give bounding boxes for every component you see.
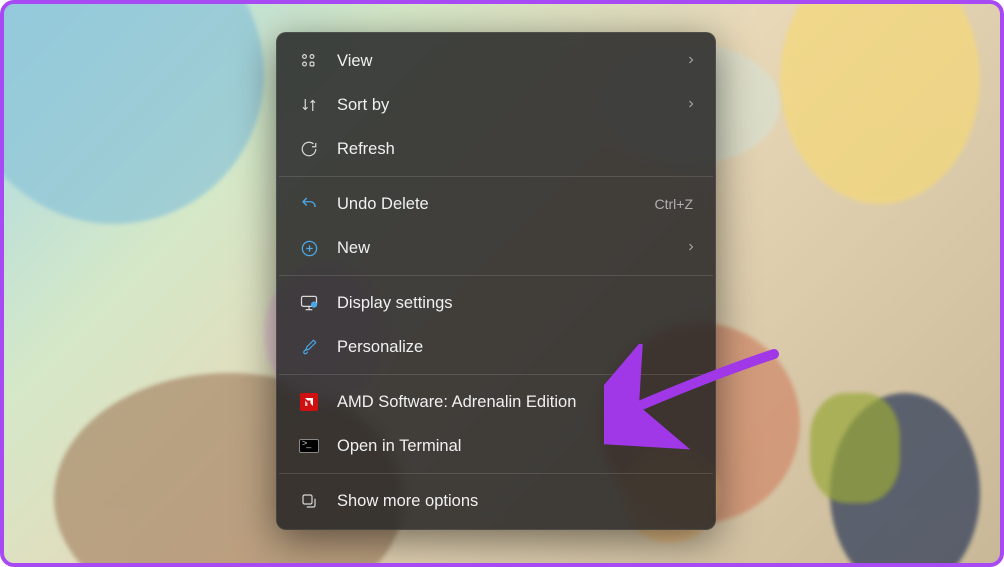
more-options-icon: [295, 487, 323, 515]
brush-icon: [295, 333, 323, 361]
screenshot-frame: View Sort by Refresh Un: [0, 0, 1004, 567]
menu-item-label: Display settings: [337, 294, 697, 313]
menu-separator: [279, 176, 713, 177]
menu-item-refresh[interactable]: Refresh: [277, 127, 715, 171]
menu-item-open-terminal[interactable]: Open in Terminal: [277, 424, 715, 468]
menu-item-label: Open in Terminal: [337, 437, 697, 456]
chevron-right-icon: [685, 239, 697, 258]
menu-item-amd-software[interactable]: AMD Software: Adrenalin Edition: [277, 380, 715, 424]
chevron-right-icon: [685, 52, 697, 71]
refresh-icon: [295, 135, 323, 163]
menu-item-show-more-options[interactable]: Show more options: [277, 479, 715, 523]
plus-circle-icon: [295, 234, 323, 262]
menu-item-label: Sort by: [337, 96, 685, 115]
menu-item-label: New: [337, 239, 685, 258]
menu-item-label: Personalize: [337, 338, 697, 357]
undo-icon: [295, 190, 323, 218]
grid-icon: [295, 47, 323, 75]
menu-item-new[interactable]: New: [277, 226, 715, 270]
menu-item-label: Show more options: [337, 492, 697, 511]
amd-icon: [295, 388, 323, 416]
menu-item-view[interactable]: View: [277, 39, 715, 83]
sort-icon: [295, 91, 323, 119]
menu-item-label: Refresh: [337, 140, 697, 159]
menu-item-label: AMD Software: Adrenalin Edition: [337, 393, 697, 412]
menu-separator: [279, 374, 713, 375]
display-settings-icon: [295, 289, 323, 317]
menu-item-label: View: [337, 52, 685, 71]
menu-item-sort-by[interactable]: Sort by: [277, 83, 715, 127]
wallpaper-blob: [810, 393, 900, 503]
menu-separator: [279, 275, 713, 276]
menu-item-display-settings[interactable]: Display settings: [277, 281, 715, 325]
menu-item-personalize[interactable]: Personalize: [277, 325, 715, 369]
chevron-right-icon: [685, 96, 697, 115]
menu-shortcut: Ctrl+Z: [655, 196, 694, 212]
wallpaper-blob: [0, 0, 264, 224]
menu-item-label: Undo Delete: [337, 195, 655, 214]
wallpaper-blob: [780, 0, 980, 204]
terminal-icon: [295, 432, 323, 460]
desktop-context-menu: View Sort by Refresh Un: [276, 32, 716, 530]
menu-separator: [279, 473, 713, 474]
menu-item-undo-delete[interactable]: Undo Delete Ctrl+Z: [277, 182, 715, 226]
